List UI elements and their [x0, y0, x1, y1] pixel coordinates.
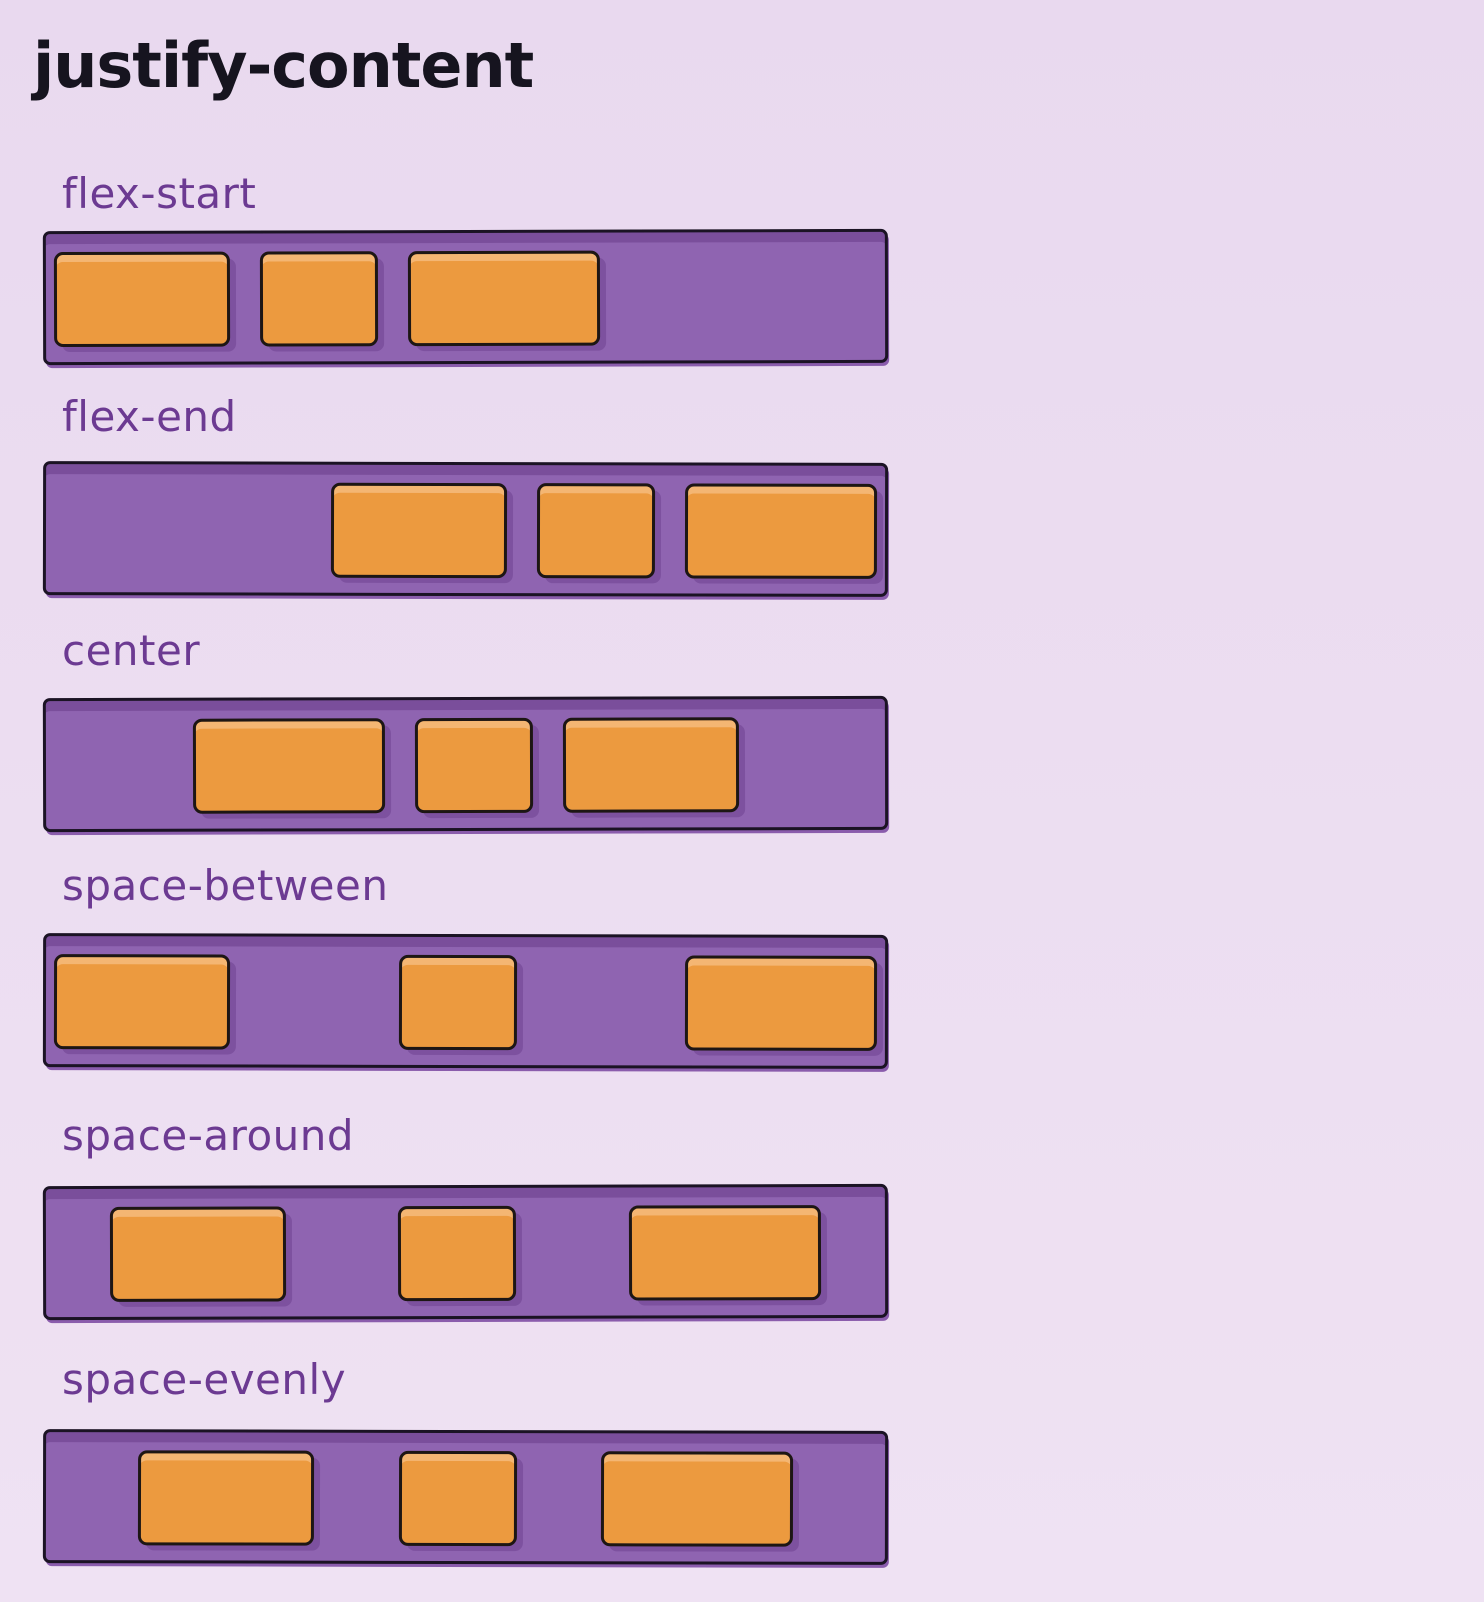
flex-item: [398, 1205, 517, 1302]
flex-container: [42, 461, 889, 597]
flex-item: [398, 1450, 517, 1547]
flex-item: [600, 1451, 793, 1547]
flex-container: [42, 933, 889, 1069]
flex-item: [414, 717, 533, 814]
section-label: space-evenly: [62, 1355, 347, 1404]
flex-item: [53, 251, 231, 348]
section-label: space-around: [62, 1111, 355, 1160]
flex-container: [42, 228, 889, 366]
flex-container: [42, 695, 889, 833]
section-label: space-between: [62, 861, 389, 910]
flex-item: [138, 1450, 315, 1546]
flex-container: [42, 1183, 889, 1321]
flex-container: [42, 1429, 889, 1565]
section-label: center: [62, 626, 201, 675]
flex-item: [192, 718, 385, 814]
flex-item: [407, 250, 601, 347]
flex-item: [536, 483, 656, 579]
flex-item: [110, 1206, 287, 1302]
flex-item: [330, 482, 508, 579]
section-label: flex-start: [62, 169, 257, 218]
flex-item: [398, 954, 517, 1051]
flex-item: [684, 955, 878, 1051]
flex-item: [259, 251, 379, 347]
flex-item: [53, 954, 231, 1050]
flex-item: [684, 483, 878, 579]
flex-item: [562, 717, 739, 813]
flex-item: [628, 1205, 821, 1301]
page-title: justify-content: [33, 29, 534, 102]
section-label: flex-end: [62, 392, 237, 441]
